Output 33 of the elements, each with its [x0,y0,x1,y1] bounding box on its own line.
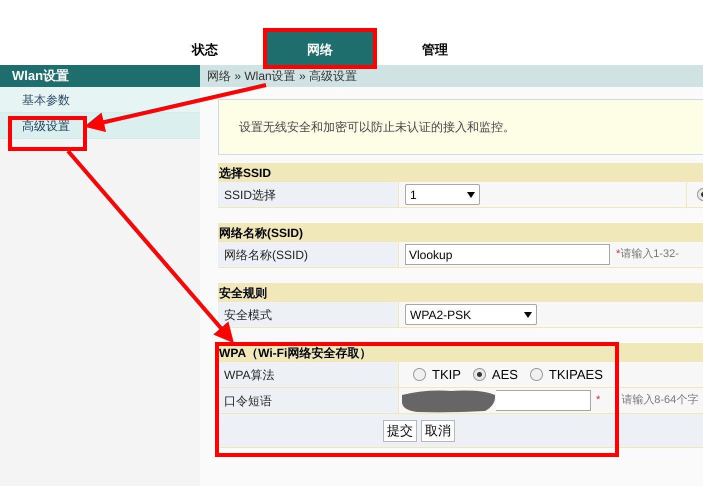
caret-icon [467,192,475,198]
radio-label: AES [492,366,518,384]
section-header: 选择SSID [218,163,703,182]
radio-button[interactable] [472,368,486,381]
sidebar-item[interactable]: 基本参数 [0,87,200,113]
breadcrumb: 网络 » Wlan设置 » 高级设置 [200,65,703,87]
field-label: WPA算法 [218,362,398,387]
field-label: SSID选择 [218,182,398,207]
dropdown-select[interactable]: 1 [405,184,480,205]
caret-icon [524,312,532,318]
sidebar-title: Wlan设置 [0,65,200,87]
form-button[interactable]: 取消 [421,420,455,442]
required-mark: * [596,393,600,408]
field-label: 口令短语 [218,388,398,413]
radio-label: TKIP [432,366,461,384]
hint-text: 请输入8-64个字 [621,392,698,408]
nav-tab[interactable]: 状态 [150,32,260,65]
section-header: 安全规则 [218,283,703,302]
radio-button[interactable] [413,368,426,381]
radio-button[interactable] [530,368,543,381]
section-header: 网络名称(SSID) [218,223,703,242]
required-mark: * [616,247,620,262]
nav-tab[interactable]: 网络 [265,32,375,65]
notice-box: 设置无线安全和加密可以防止未认证的接入和监控。 [218,99,703,155]
field-label: 网络名称(SSID) [218,242,398,267]
form-button[interactable]: 提交 [383,420,417,442]
password-input[interactable] [496,390,591,411]
dropdown-select[interactable]: WPA2-PSK [405,304,537,325]
radio-label: TKIPAES [548,366,603,384]
text-input[interactable]: Vlookup [405,244,610,265]
nav-tab[interactable]: 管理 [380,32,490,65]
field-label: 安全模式 [218,302,398,327]
hint-text: 请输入1-32- [620,247,679,262]
